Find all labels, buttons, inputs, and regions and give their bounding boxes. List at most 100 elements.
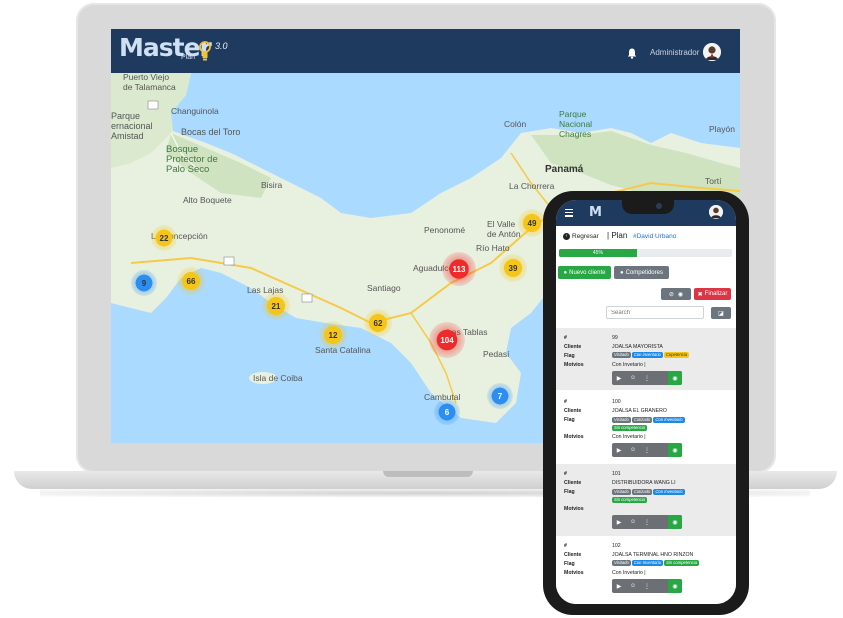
search-toggle-button[interactable]: ◪ — [711, 307, 731, 319]
menu-icon[interactable] — [565, 209, 573, 217]
cluster-count: 62 — [373, 318, 383, 328]
logo: Master — [119, 33, 212, 62]
play-icon[interactable]: ▶ — [612, 443, 626, 457]
field-label: Flag — [564, 353, 575, 359]
cluster-count: 104 — [440, 335, 454, 345]
play-icon[interactable]: ▶ — [612, 515, 626, 529]
x-circle-icon: ✖ — [697, 291, 703, 298]
version-label: 3.0 — [215, 41, 228, 51]
map-label: Bocas del Toro — [181, 127, 241, 137]
location-pin-icon[interactable]: ◉ — [668, 371, 682, 385]
map-cluster-marker[interactable]: 6 — [434, 399, 460, 425]
flag-badge: Cotizado — [631, 489, 653, 495]
field-label: Cliente — [564, 344, 582, 350]
field-label: # — [564, 543, 567, 549]
map-label: Colón — [504, 119, 527, 129]
more-icon[interactable]: ⋮ — [640, 579, 654, 593]
map-label: La Chorrera — [509, 181, 555, 191]
avatar[interactable] — [709, 205, 723, 219]
flag-badge: Copetencia — [663, 352, 690, 358]
map-cluster-marker[interactable]: 22 — [151, 225, 177, 251]
field-label: Cliente — [564, 552, 582, 558]
record-actions: ▶ ☺ ⋮ ◉ — [612, 579, 682, 593]
visibility-toggle-button[interactable]: ⊘ ◉ — [661, 288, 691, 300]
flag-badge: Sin competencia — [612, 497, 647, 503]
field-label: Cliente — [564, 408, 582, 414]
phone-notch — [622, 199, 674, 214]
avatar[interactable] — [703, 43, 721, 61]
cluster-count: 12 — [328, 330, 338, 340]
map-cluster-marker[interactable]: 113 — [442, 252, 476, 286]
phone-logo: M — [589, 205, 602, 220]
progress-fill: 45% — [559, 249, 637, 257]
flag-badge: Con Inventario — [631, 560, 664, 566]
flag-badge: Sin competencia — [612, 425, 647, 431]
play-icon[interactable]: ▶ — [612, 579, 626, 593]
map-label: Isla de Coiba — [253, 373, 303, 383]
more-icon[interactable]: ⋮ — [640, 371, 654, 385]
logo-subtitle: Plan — [181, 54, 196, 61]
bell-icon[interactable] — [627, 46, 637, 64]
cluster-count: 39 — [508, 263, 518, 273]
smiley-icon[interactable]: ☺ — [626, 371, 640, 385]
map-label: Tortí — [705, 176, 722, 186]
map-cluster-marker[interactable]: 39 — [499, 254, 527, 282]
map-cluster-marker[interactable]: 7 — [487, 383, 513, 409]
cluster-count: 7 — [497, 391, 503, 401]
field-label: # — [564, 335, 567, 341]
eye-icon: ◉ — [677, 291, 684, 298]
client-name: DISTRIBUIDORA WANG LI — [612, 480, 676, 486]
map-cluster-marker[interactable]: 49 — [518, 209, 546, 237]
toggle-icon: ◪ — [718, 310, 724, 317]
user-name[interactable]: Administrador — [650, 48, 699, 57]
new-client-button[interactable]: ● Nuevo cliente — [558, 266, 611, 279]
map-cluster-marker[interactable]: 21 — [262, 292, 290, 320]
smiley-icon[interactable]: ☺ — [626, 579, 640, 593]
finish-button[interactable]: ✖ Finalizar — [694, 288, 731, 300]
field-label: Flag — [564, 561, 575, 567]
cluster-count: 113 — [452, 264, 466, 274]
field-label: # — [564, 471, 567, 477]
back-link[interactable]: ‹ Regresar — [563, 233, 599, 240]
field-label: Motvios — [564, 362, 584, 368]
record-actions: ▶ ☺ ⋮ ◉ — [612, 443, 682, 457]
competitors-button[interactable]: ● Competidores — [614, 266, 669, 279]
map-cluster-marker[interactable]: 62 — [364, 309, 392, 337]
flag-badge: Visitado — [612, 417, 631, 423]
cluster-count: 6 — [444, 407, 450, 417]
map-cluster-marker[interactable]: 12 — [319, 321, 347, 349]
location-pin-icon[interactable]: ◉ — [668, 579, 682, 593]
field-label: Motvios — [564, 506, 584, 512]
more-icon[interactable]: ⋮ — [640, 443, 654, 457]
map-label: El Valle de Antón — [487, 219, 521, 239]
record-number: 99 — [612, 335, 618, 341]
field-label: # — [564, 399, 567, 405]
finish-label: Finalizar — [704, 291, 728, 297]
back-label: Regresar — [572, 233, 599, 240]
map-cluster-marker[interactable]: 66 — [177, 267, 205, 295]
smiley-icon[interactable]: ☺ — [626, 515, 640, 529]
map-cluster-marker[interactable]: 104 — [429, 322, 465, 358]
field-label: Flag — [564, 489, 575, 495]
map-label: Penonomé — [424, 225, 466, 235]
camera-icon — [656, 203, 662, 209]
record-number: 101 — [612, 471, 621, 477]
cluster-count: 9 — [141, 278, 147, 288]
map-cluster-marker[interactable]: 9 — [131, 270, 157, 296]
map-label: Santa Catalina — [315, 345, 371, 355]
play-icon[interactable]: ▶ — [612, 371, 626, 385]
search-input[interactable] — [606, 306, 704, 319]
eye-slash-icon: ⊘ — [668, 291, 674, 298]
record-card: # 101 Cliente DISTRIBUIDORA WANG LI Flag… — [556, 464, 736, 536]
client-name: JOALSA TERMINAL HNO RINZON — [612, 552, 694, 558]
plan-label: Plan — [611, 231, 628, 240]
motives-value: Con Invetario | — [612, 434, 646, 440]
flag-badge: Visitado — [612, 489, 631, 495]
location-pin-icon[interactable]: ◉ — [668, 443, 682, 457]
more-icon[interactable]: ⋮ — [640, 515, 654, 529]
location-pin-icon[interactable]: ◉ — [668, 515, 682, 529]
new-client-label: Nuevo cliente — [569, 269, 606, 276]
flag-badges: Visitado Cotizado Con Inventario Sin compet… — [612, 416, 730, 432]
flag-badge: Con inventario — [631, 352, 663, 358]
smiley-icon[interactable]: ☺ — [626, 443, 640, 457]
